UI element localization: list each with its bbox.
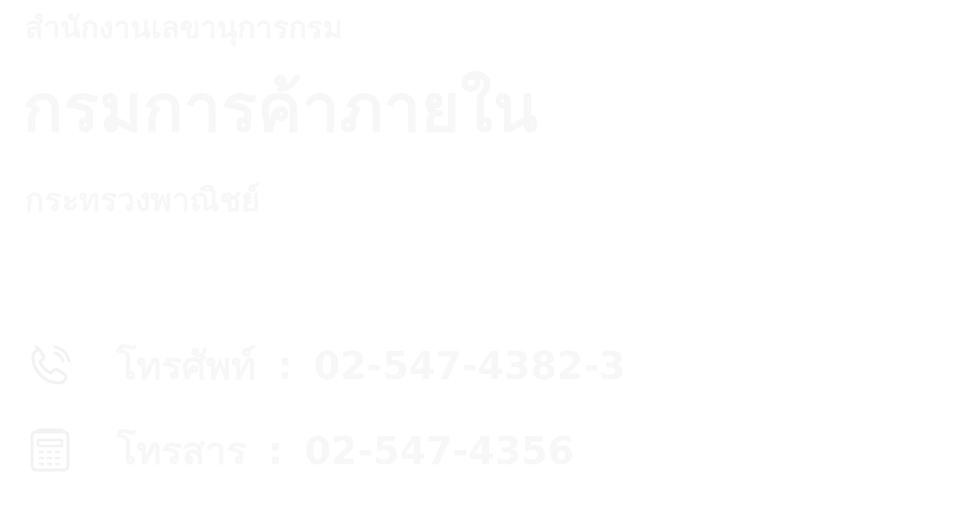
fax-label: โทรสาร <box>116 429 247 473</box>
fax-number: 02-547-4356 <box>304 429 574 473</box>
phone-icon <box>24 340 76 392</box>
phone-number: 02-547-4382-3 <box>313 344 626 388</box>
fax-contact-text: โทรสาร : 02-547-4356 <box>116 432 574 470</box>
fax-contact-row: โทรสาร : 02-547-4356 <box>24 425 574 477</box>
phone-label: โทรศัพท์ <box>116 344 257 388</box>
ministry-name: กระทรวงพาณิชย์ <box>25 181 260 219</box>
phone-contact-row: โทรศัพท์ : 02-547-4382-3 <box>24 340 625 392</box>
phone-separator: : <box>277 344 293 388</box>
department-title: กรมการค้าภายใน <box>23 70 539 147</box>
phone-contact-text: โทรศัพท์ : 02-547-4382-3 <box>116 347 625 385</box>
office-name: สำนักงานเลขานุการกรม <box>25 11 343 46</box>
fax-icon <box>24 425 76 477</box>
fax-separator: : <box>268 429 284 473</box>
